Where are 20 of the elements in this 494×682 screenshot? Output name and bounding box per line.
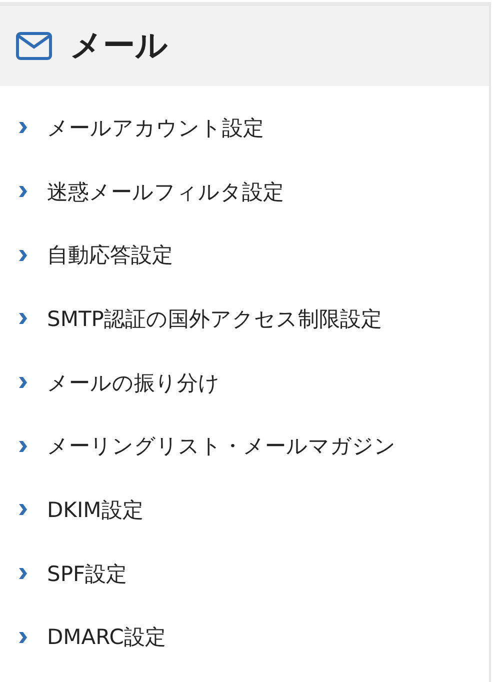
chevron-icon [18,313,27,324]
chevron-icon [18,122,27,134]
chevron-icon [18,504,27,516]
menu-link[interactable]: SPF設定 [47,560,128,588]
mail-icon [16,32,52,60]
chevron-icon [18,377,27,388]
menu-link[interactable]: DMARC設定 [47,623,166,652]
menu-link[interactable]: 迷惑メールフィルタ設定 [47,178,284,206]
section-title: メール [70,25,168,66]
chevron-icon [18,632,27,643]
menu-link[interactable]: 自動応答設定 [47,241,173,270]
chevron-icon [18,186,27,198]
chevron-icon [18,568,27,580]
menu-link[interactable]: SMTP認証の国外アクセス制限設定 [47,304,382,333]
menu-link[interactable]: メーリングリスト・メールマガジン [47,432,396,460]
menu-link[interactable]: DKIM設定 [47,496,144,524]
chevron-icon [18,440,27,452]
chevron-icon [18,250,27,261]
menu-link[interactable]: メールの振り分け [47,368,220,397]
menu-link[interactable]: メールアカウント設定 [47,114,264,142]
